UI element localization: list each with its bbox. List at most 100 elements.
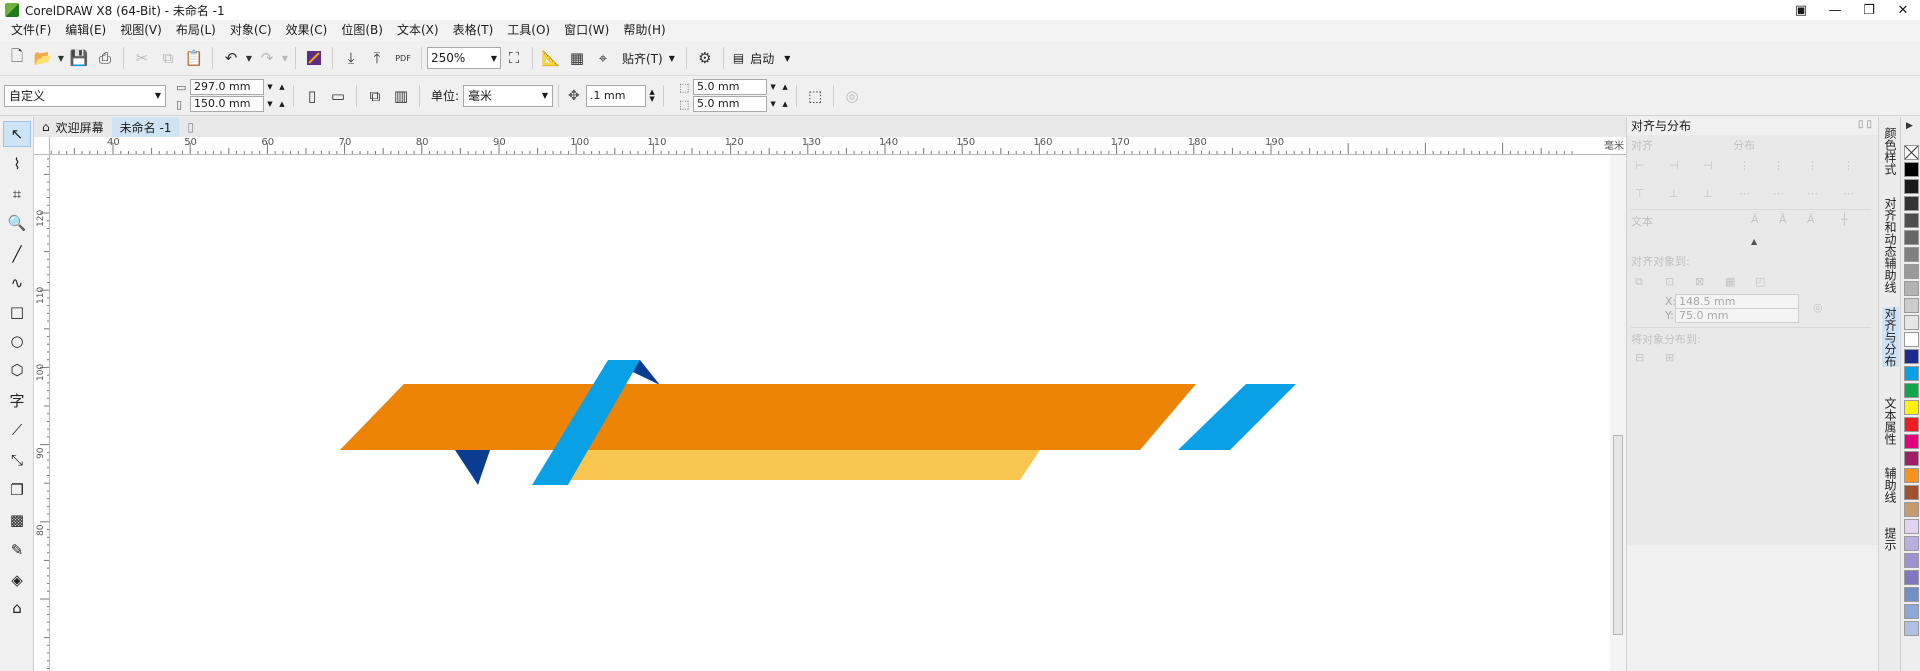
drop-shadow-tool-icon[interactable]: ❐: [3, 477, 31, 503]
treat-as-filled-icon[interactable]: ⬚: [802, 83, 828, 109]
color-swatch[interactable]: [1904, 196, 1919, 211]
page-edge-icon[interactable]: ⊡: [1665, 275, 1681, 289]
show-rulers-icon[interactable]: 📐: [538, 45, 564, 71]
cut-icon[interactable]: ✂: [129, 45, 155, 71]
first-line-baseline-icon[interactable]: Ā: [1751, 213, 1767, 227]
color-swatch[interactable]: [1904, 247, 1919, 262]
zoom-tool-icon[interactable]: 🔍: [3, 210, 31, 236]
portrait-icon[interactable]: ▯: [299, 83, 325, 109]
transparency-tool-icon[interactable]: ▩: [3, 507, 31, 533]
color-swatch[interactable]: [1904, 519, 1919, 534]
menu-text[interactable]: 文本(X): [390, 20, 446, 41]
polygon-tool-icon[interactable]: ⬡: [3, 357, 31, 383]
nudge-distance-input[interactable]: .1 mm: [586, 84, 647, 107]
menu-object[interactable]: 对象(C): [223, 20, 279, 41]
snap-to-dropdown[interactable]: 贴齐(T) ▼: [616, 47, 681, 69]
landscape-icon[interactable]: ▭: [325, 83, 351, 109]
align-bottom-icon[interactable]: ⊥: [1703, 187, 1719, 201]
page-center-icon[interactable]: ⊠: [1695, 275, 1711, 289]
new-document-icon[interactable]: 🗋: [4, 45, 30, 71]
last-line-baseline-icon[interactable]: Ā: [1779, 213, 1795, 227]
height-spinner[interactable]: ▼: [264, 96, 276, 112]
color-swatch[interactable]: [1904, 502, 1919, 517]
tab-hints[interactable]: 提示: [1882, 527, 1899, 551]
full-screen-preview-icon[interactable]: ⛶: [501, 45, 527, 71]
height-spinner-up[interactable]: ▲: [276, 96, 288, 112]
y-position-input[interactable]: 75.0 mm: [1675, 308, 1799, 323]
distribute-v-spacing-icon[interactable]: ⋯: [1807, 187, 1823, 201]
distribute-bottom-icon[interactable]: ⋯: [1843, 187, 1859, 201]
color-swatch[interactable]: [1904, 332, 1919, 347]
vertical-ruler[interactable]: 120 110 100 90 80: [34, 155, 50, 671]
new-tab-button[interactable]: ▯: [179, 117, 202, 137]
distribute-middle-icon[interactable]: ⋯: [1773, 187, 1789, 201]
duplicate-x-input[interactable]: 5.0 mm: [693, 79, 768, 95]
menu-layout[interactable]: 布局(L): [169, 20, 223, 41]
outline-icon[interactable]: ┼: [1841, 213, 1857, 227]
paste-icon[interactable]: 📋: [181, 45, 207, 71]
page-width-input[interactable]: 297.0 mm: [190, 79, 264, 95]
menu-edit[interactable]: 编辑(E): [58, 20, 113, 41]
open-recent-chevron-icon[interactable]: ▼: [56, 45, 66, 71]
color-swatch[interactable]: [1904, 366, 1919, 381]
rectangle-tool-icon[interactable]: □: [3, 299, 31, 325]
menu-table[interactable]: 表格(T): [446, 20, 501, 41]
menu-view[interactable]: 视图(V): [113, 20, 169, 41]
grid-icon[interactable]: ▦: [1725, 275, 1741, 289]
eyedropper-tool-icon[interactable]: ✎: [3, 537, 31, 563]
distribute-spacing-icon[interactable]: ⋮: [1807, 159, 1823, 173]
color-swatch[interactable]: [1904, 349, 1919, 364]
freehand-tool-icon[interactable]: ╱: [3, 241, 31, 267]
scrollbar-thumb[interactable]: [1613, 435, 1623, 635]
distribute-top-icon[interactable]: ⋯: [1739, 187, 1755, 201]
palette-scroll-up-icon[interactable]: ▶: [1906, 121, 1913, 131]
drawing-canvas[interactable]: 01 我爱你我的祖国: [50, 155, 1610, 671]
color-swatch[interactable]: [1904, 451, 1919, 466]
crop-tool-icon[interactable]: ⌗: [3, 181, 31, 207]
align-center-h-icon[interactable]: ⊣: [1669, 159, 1685, 173]
color-swatch[interactable]: [1904, 468, 1919, 483]
restore-button[interactable]: ❐: [1852, 0, 1886, 20]
close-button[interactable]: ✕: [1886, 0, 1920, 20]
edit-page-icon[interactable]: ◎: [839, 83, 865, 109]
docker-controls[interactable]: ▯ ▯: [1858, 119, 1872, 130]
zoom-level-combo[interactable]: 250% ▼: [427, 47, 501, 69]
dup-y-spinner-up[interactable]: ▲: [779, 96, 791, 112]
lock-point-icon[interactable]: ◎: [1813, 301, 1829, 315]
width-spinner[interactable]: ▼: [264, 79, 276, 95]
tab-text-properties[interactable]: 文本属性: [1882, 397, 1899, 445]
pick-tool-icon[interactable]: ↖: [3, 121, 31, 147]
options-gear-icon[interactable]: ⚙: [692, 45, 718, 71]
dup-y-spinner[interactable]: ▼: [767, 96, 779, 112]
distribute-center-icon[interactable]: ⋮: [1773, 159, 1789, 173]
parallel-dimension-tool-icon[interactable]: ⟋: [3, 417, 31, 443]
minimize-button[interactable]: —: [1818, 0, 1852, 20]
color-swatch[interactable]: [1904, 553, 1919, 568]
connector-tool-icon[interactable]: ⤡: [3, 447, 31, 473]
color-swatch[interactable]: [1904, 230, 1919, 245]
duplicate-y-input[interactable]: 5.0 mm: [693, 96, 768, 112]
collapse-chevron-icon[interactable]: ▲: [1751, 237, 1757, 246]
color-swatch[interactable]: [1904, 315, 1919, 330]
no-color-swatch[interactable]: [1904, 145, 1919, 160]
tab-document[interactable]: 未命名 -1: [111, 117, 180, 137]
search-content-icon[interactable]: [301, 45, 327, 71]
help-window-icon[interactable]: ▣: [1784, 0, 1818, 20]
color-swatch[interactable]: [1904, 570, 1919, 585]
color-swatch[interactable]: [1904, 434, 1919, 449]
units-combo[interactable]: 毫米 ▼: [463, 84, 554, 107]
redo-icon[interactable]: ↷: [254, 45, 280, 71]
align-left-icon[interactable]: ⊢: [1635, 159, 1651, 173]
smart-fill-tool-icon[interactable]: ⌂: [3, 595, 31, 621]
align-right-icon[interactable]: ⊣: [1703, 159, 1719, 173]
show-guidelines-icon[interactable]: ⌖: [590, 45, 616, 71]
color-swatch[interactable]: [1904, 162, 1919, 177]
undo-chevron-icon[interactable]: ▼: [244, 45, 254, 71]
publish-pdf-icon[interactable]: PDF: [390, 45, 416, 71]
menu-effects[interactable]: 效果(C): [279, 20, 335, 41]
color-swatch[interactable]: [1904, 179, 1919, 194]
selection-extent-icon[interactable]: ⊟: [1635, 351, 1651, 365]
current-page-icon[interactable]: ▥: [388, 83, 414, 109]
open-folder-icon[interactable]: 📂: [30, 45, 56, 71]
banner-artwork[interactable]: [50, 155, 1610, 671]
